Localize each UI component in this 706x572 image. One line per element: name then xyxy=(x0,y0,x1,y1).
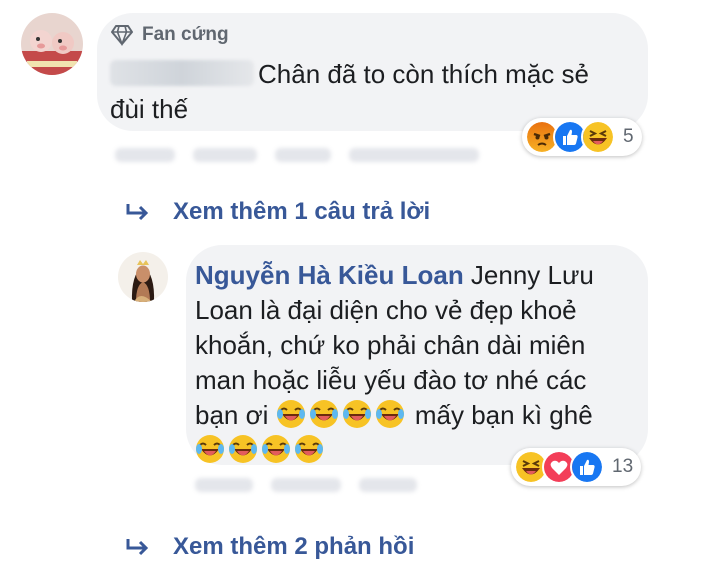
view-more-replies-link[interactable]: Xem thêm 1 câu trả lời xyxy=(125,198,430,226)
haha-reaction-icon xyxy=(581,120,615,154)
reaction-count: 5 xyxy=(623,126,634,147)
reply-body-part2: mấy bạn kì ghê xyxy=(407,400,593,430)
reply-text: Nguyễn Hà Kiều Loan Jenny Lưu Loan là đạ… xyxy=(195,258,625,468)
badge-label: Fan cứng xyxy=(142,24,229,45)
reaction-summary[interactable]: 5 xyxy=(522,118,642,156)
blurred-author-name[interactable] xyxy=(110,60,254,86)
reply-reaction-summary[interactable]: 13 xyxy=(511,448,642,486)
laugh-emoji-icon xyxy=(308,399,339,429)
view-more-replies-link-2[interactable]: Xem thêm 2 phản hồi xyxy=(125,533,414,561)
reply-arrow-icon xyxy=(126,204,149,221)
laugh-emoji-icon xyxy=(261,434,291,464)
author-avatar[interactable] xyxy=(118,252,168,302)
top-fan-badge: Fan cứng xyxy=(110,24,229,46)
commenter-avatar[interactable] xyxy=(21,13,83,75)
reply-actions-blurred xyxy=(195,478,417,492)
laugh-emoji-icon xyxy=(195,434,225,464)
laugh-emoji-icon xyxy=(275,399,306,429)
like-reaction-icon xyxy=(570,450,604,484)
reply-reaction-count: 13 xyxy=(612,456,634,477)
laugh-emoji-icon xyxy=(374,399,405,429)
laugh-emoji-icon xyxy=(228,434,258,464)
view-more-replies-label: Xem thêm 1 câu trả lời xyxy=(173,198,431,225)
comment-text: Chân đã to còn thích mặc sẻ đùi thế xyxy=(110,57,630,127)
laugh-emoji-icon xyxy=(294,434,324,464)
comment-actions-blurred xyxy=(115,148,479,162)
reply-arrow-icon xyxy=(126,539,149,556)
reply-author-name[interactable]: Nguyễn Hà Kiều Loan xyxy=(195,260,464,290)
laugh-emoji-icon xyxy=(341,399,372,429)
diamond-icon xyxy=(111,25,133,46)
view-more-replies-label-2: Xem thêm 2 phản hồi xyxy=(173,533,415,560)
